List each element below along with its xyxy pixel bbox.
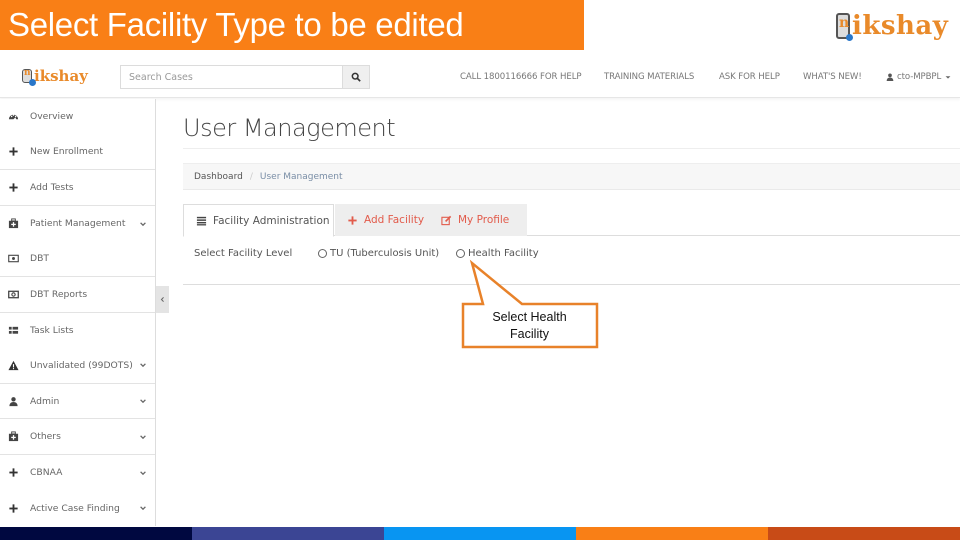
sidebar-collapse-button[interactable] [156,286,169,313]
phone-touch-icon: n [836,13,853,41]
sidebar-item-patient-management[interactable]: Patient Management [0,206,155,242]
content-divider [183,284,960,285]
user-icon [886,73,894,81]
tab-add-facility[interactable]: Add Facility [335,204,429,236]
phone-touch-icon: n [22,68,36,86]
medkit-icon [8,218,19,229]
user-menu[interactable]: cto-MPBPL [886,72,952,82]
user-icon [8,396,19,407]
footer-color-bar [0,527,960,540]
radio-button[interactable] [318,249,327,258]
sidebar-item-dbt[interactable]: DBT [0,241,155,277]
title-divider [183,148,960,149]
sidebar-item-others[interactable]: Others [0,419,155,455]
chevron-down-icon [140,506,146,511]
app-logo[interactable]: n ikshay [22,67,88,86]
radio-button[interactable] [456,249,465,258]
sidebar-item-new-enrollment[interactable]: New Enrollment [0,135,155,171]
search-button[interactable] [342,66,369,88]
whats-new-link[interactable]: WHAT'S NEW! [803,72,862,82]
sidebar-item-cbnaa[interactable]: CBNAA [0,455,155,491]
list-icon [196,216,207,226]
footer-segment [384,527,576,540]
sidebar-item-dbt-reports[interactable]: DBT Reports [0,277,155,313]
money-icon [8,253,19,264]
sidebar-item-active-case-finding[interactable]: Active Case Finding [0,491,155,527]
radio-tu[interactable]: TU (Tuberculosis Unit) [318,248,439,259]
list-icon [8,325,19,336]
footer-segment [768,527,960,540]
plus-icon [8,467,19,478]
footer-segment [0,527,192,540]
nikshay-brand-logo: n ikshay [836,8,948,44]
callout-text: Select Health Facility [492,310,567,341]
sidebar-item-add-tests[interactable]: Add Tests [0,170,155,206]
chevron-down-icon [140,221,146,226]
tab-my-profile[interactable]: My Profile [429,204,527,236]
breadcrumb-separator: / [249,171,253,182]
money-icon [8,289,19,300]
chevron-left-icon [160,297,164,302]
facility-level-label: Select Facility Level [194,248,293,259]
breadcrumb-dashboard-link[interactable]: Dashboard [194,172,243,182]
plus-icon [348,215,357,225]
dashboard-icon [8,111,19,122]
edit-icon [441,215,452,225]
chevron-down-icon [140,399,146,404]
radio-health-facility[interactable]: Health Facility [456,248,539,259]
footer-segment [192,527,384,540]
sidebar: Overview New Enrollment Add Tests Patien… [0,99,156,526]
tab-facility-administration[interactable]: Facility Administration [183,204,334,237]
sidebar-item-overview[interactable]: Overview [0,99,155,135]
plus-icon [8,146,19,157]
call-help-link[interactable]: CALL 1800116666 FOR HELP [460,72,582,82]
chevron-down-icon [140,434,146,439]
footer-segment [576,527,768,540]
caret-down-icon [945,75,951,79]
search-box [120,65,370,89]
breadcrumb-current: User Management [259,171,343,182]
chevron-down-icon [140,471,146,475]
search-input[interactable] [121,66,342,88]
tab-bar: Facility Administration Add Facility My … [183,204,960,237]
app-logo-text: ikshay [34,67,88,85]
plus-icon [8,503,19,514]
chevron-down-icon [140,363,146,368]
ask-for-help-link[interactable]: ASK FOR HELP [719,72,780,82]
page-title: User Management [183,114,396,142]
training-materials-link[interactable]: TRAINING MATERIALS [604,72,694,82]
sidebar-item-admin[interactable]: Admin [0,384,155,420]
slide-title: Select Facility Type to be edited [0,0,584,50]
warning-icon [8,360,19,371]
medkit-icon [8,431,19,442]
sidebar-item-task-lists[interactable]: Task Lists [0,313,155,349]
search-icon [351,72,361,82]
app-header: n ikshay CALL 1800116666 FOR HELP TRAINI… [0,55,960,98]
user-name: cto-MPBPL [897,71,942,82]
plus-icon [8,182,19,193]
breadcrumb: Dashboard / User Management [183,163,960,190]
sidebar-item-unvalidated[interactable]: Unvalidated (99DOTS) [0,348,155,384]
brand-logo-text: ikshay [852,11,949,41]
